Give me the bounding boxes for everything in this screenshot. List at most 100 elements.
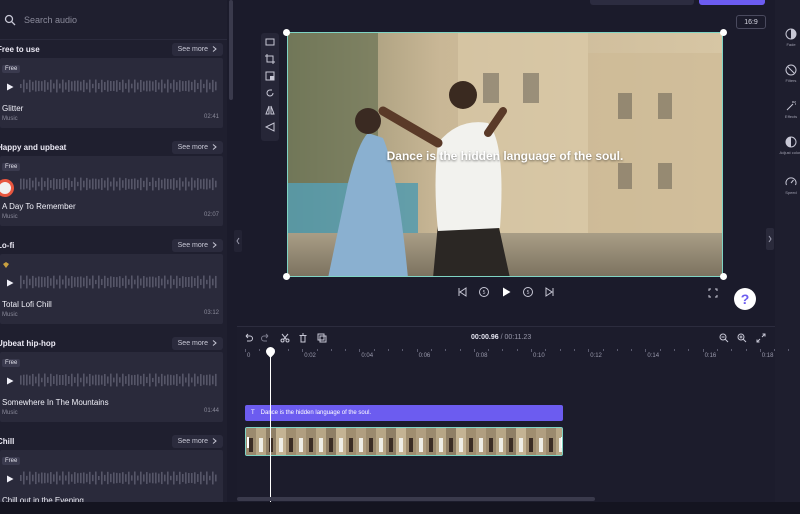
section-title: Upbeat hip-hop	[0, 338, 56, 348]
skip-to-end-icon[interactable]	[544, 286, 556, 298]
properties-tool-speed[interactable]: Speed	[784, 176, 798, 195]
ruler-minor-tick	[631, 349, 633, 351]
chevron-right-icon	[212, 438, 217, 444]
rewind-5s-icon[interactable]: 5	[478, 286, 490, 298]
chevron-right-icon	[212, 46, 217, 52]
ruler-tick-mark	[245, 349, 246, 352]
video-preview[interactable]: Dance is the hidden language of the soul…	[287, 32, 723, 277]
track-duration: 02:07	[203, 212, 219, 218]
play-icon[interactable]	[6, 377, 14, 385]
ruler-tick-label: 0:18	[761, 353, 774, 359]
video-thumbnail-figure	[459, 438, 463, 452]
aspect-ratio-button[interactable]: 16:9	[736, 15, 766, 29]
track-title: Glitter	[2, 104, 24, 113]
text-clip[interactable]: T Dance is the hidden language of the so…	[245, 405, 563, 421]
see-more-button[interactable]: See more	[171, 238, 223, 252]
video-thumbnail-figure	[509, 438, 513, 452]
section-header: Upbeat hip-hop See more	[0, 334, 227, 352]
waveform[interactable]	[20, 471, 218, 485]
collapse-left-panel-button[interactable]	[234, 230, 242, 252]
play-icon[interactable]	[6, 475, 14, 483]
fit-timeline-icon[interactable]	[756, 333, 766, 343]
help-button[interactable]: ?	[734, 288, 756, 310]
track-genre: Music	[2, 410, 18, 416]
see-more-button[interactable]: See more	[171, 434, 223, 448]
collapse-right-panel-button[interactable]	[766, 228, 774, 250]
video-thumbnail-figure	[289, 438, 293, 452]
ruler-tick-label: 0:04	[361, 353, 374, 359]
waveform[interactable]	[20, 177, 218, 191]
resize-handle-top-right[interactable]	[720, 29, 727, 36]
duplicate-icon[interactable]	[317, 333, 327, 343]
resize-handle-bottom-right[interactable]	[720, 273, 727, 280]
align-icon[interactable]	[265, 122, 275, 132]
play-icon[interactable]	[500, 286, 512, 298]
search-bar[interactable]	[0, 0, 227, 40]
audio-section: Happy and upbeat See more Free A Day To …	[0, 138, 227, 236]
ruler-minor-tick	[445, 349, 447, 351]
crop-icon[interactable]	[265, 54, 275, 64]
zoom-in-icon[interactable]	[737, 333, 747, 343]
caption-text[interactable]: Dance is the hidden language of the soul…	[288, 149, 722, 163]
video-thumbnail-figure	[389, 438, 393, 452]
premium-icon	[3, 262, 9, 268]
recording-indicator[interactable]	[0, 179, 14, 197]
track-title: A Day To Remember	[2, 202, 76, 211]
video-thumbnail-figure	[259, 438, 263, 452]
play-icon[interactable]	[6, 279, 14, 287]
video-editor: Free to use See more Free Glitter Music …	[0, 0, 800, 514]
waveform[interactable]	[20, 79, 218, 93]
export-button[interactable]	[699, 0, 765, 5]
video-thumbnail-figure	[339, 438, 343, 452]
top-bar-button[interactable]	[590, 0, 694, 5]
redo-icon[interactable]	[261, 333, 271, 343]
bottom-bar	[0, 502, 800, 514]
free-badge: Free	[2, 65, 21, 73]
undo-icon[interactable]	[243, 333, 253, 343]
ruler-tick-mark	[645, 349, 647, 352]
audio-track-card[interactable]: Free Chill out in the Evening	[0, 450, 223, 502]
properties-tool-adjust-colors[interactable]: Adjust colors	[780, 136, 800, 155]
play-icon[interactable]	[6, 83, 14, 91]
waveform[interactable]	[20, 373, 218, 387]
audio-track-card[interactable]: Free A Day To Remember Music 02:07	[0, 156, 223, 226]
audio-track-card[interactable]: Free Somewhere In The Mountains Music 01…	[0, 352, 223, 422]
rotate-icon[interactable]	[265, 88, 275, 98]
forward-5s-icon[interactable]: 5	[522, 286, 534, 298]
ruler-minor-tick	[788, 349, 790, 351]
fade-icon	[785, 28, 797, 40]
properties-tool-fade[interactable]: Fade	[784, 28, 798, 47]
delete-icon[interactable]	[298, 333, 308, 343]
see-more-button[interactable]: See more	[171, 336, 223, 350]
video-clip[interactable]	[245, 427, 563, 456]
resize-handle-top-left[interactable]	[283, 29, 290, 36]
pip-icon[interactable]	[265, 71, 275, 81]
total-time: / 00:11.23	[500, 334, 532, 341]
properties-tool-effects[interactable]: Effects	[784, 100, 798, 119]
audio-track-card[interactable]: Free Glitter Music 02:41	[0, 58, 223, 128]
resize-handle-bottom-left[interactable]	[283, 273, 290, 280]
section-header: Chill See more	[0, 432, 227, 450]
timeline-scrollbar[interactable]	[237, 497, 595, 501]
see-more-button[interactable]: See more	[171, 42, 223, 56]
zoom-out-icon[interactable]	[719, 333, 729, 343]
skip-to-start-icon[interactable]	[456, 286, 468, 298]
panel-scrollbar[interactable]	[229, 0, 233, 100]
split-icon[interactable]	[280, 333, 290, 343]
playhead-line[interactable]	[270, 348, 271, 502]
fullscreen-icon[interactable]	[708, 288, 718, 298]
timeline-ruler[interactable]: 0 0:02 0:04 0:06 0:08 0:10 0:12 0:14 0:16 0:18	[237, 349, 790, 363]
audio-track-card[interactable]: Total Lofi Chill Music 03:12	[0, 254, 223, 324]
track-genre: Music	[2, 312, 18, 318]
search-input[interactable]	[24, 14, 204, 25]
see-more-button[interactable]: See more	[171, 140, 223, 154]
timeline[interactable]: 00:00.96 / 00:11.23 0 0:02 0:04 0:06 0:08 0:1…	[237, 326, 790, 502]
ruler-tick-mark	[416, 349, 418, 352]
see-more-label: See more	[177, 241, 208, 249]
properties-tool-filters[interactable]: Filters	[784, 64, 798, 83]
fit-icon[interactable]	[265, 37, 275, 47]
ruler-minor-tick	[388, 349, 389, 351]
flip-icon[interactable]	[265, 105, 275, 115]
ruler-minor-tick	[745, 349, 747, 351]
waveform[interactable]	[20, 275, 218, 289]
